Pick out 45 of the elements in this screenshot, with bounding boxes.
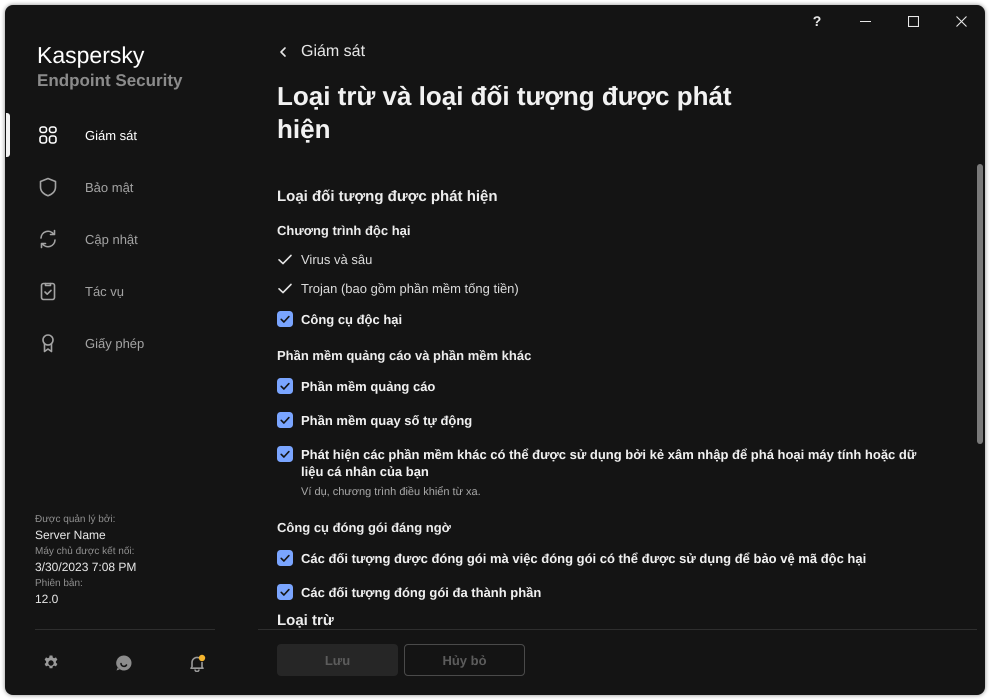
option-label: Virus và sâu — [301, 251, 372, 268]
group-heading: Chương trình độc hại — [277, 222, 410, 240]
option-label: Công cụ độc hại — [301, 311, 402, 328]
checkbox[interactable] — [277, 311, 293, 327]
product-name: Endpoint Security — [37, 70, 182, 92]
info-label: Phiên bản: — [35, 577, 83, 591]
sidebar-item[interactable]: Giấy phép — [5, 321, 205, 365]
brand-name: Kaspersky — [37, 41, 144, 70]
info-value: 12.0 — [35, 591, 58, 608]
section-heading: Loại đối tượng được phát hiện — [277, 187, 498, 207]
grid-icon — [37, 124, 59, 146]
sidebar-item[interactable]: Tác vụ — [5, 269, 205, 313]
group-heading: Công cụ đóng gói đáng ngờ — [277, 519, 451, 537]
option-label: Trojan (bao gồm phần mềm tống tiền) — [301, 280, 519, 297]
settings-icon[interactable] — [42, 654, 60, 672]
sidebar-item[interactable]: Giám sát — [5, 113, 205, 157]
back-link[interactable]: Giám sát — [277, 37, 366, 67]
scrollbar-thumb[interactable] — [977, 164, 983, 444]
refresh-icon — [37, 228, 59, 250]
checkbox[interactable] — [277, 412, 293, 428]
info-label: Máy chủ được kết nối: — [35, 545, 134, 559]
option-label: Phần mềm quay số tự động — [301, 412, 472, 429]
info-value: 3/30/2023 7:08 PM — [35, 559, 136, 576]
checkbox[interactable] — [277, 584, 293, 600]
hint-text: Ví dụ, chương trình điều khiển từ xa. — [301, 485, 481, 500]
checkbox[interactable] — [277, 378, 293, 394]
option-label: Phần mềm quảng cáo — [301, 378, 436, 395]
close-icon — [956, 16, 966, 26]
option-label: Phát hiện các phần mềm khác có thể được sử dụng bởi kẻ xâm nhập để phá hoại máy tính hoặc dữ liệu cá nhân của bạn — [301, 446, 918, 480]
info-value: Server Name — [35, 527, 106, 544]
maximize-icon — [908, 16, 918, 26]
checkbox[interactable] — [277, 550, 293, 566]
bell-icon[interactable] — [188, 654, 206, 672]
sidebar-item[interactable]: Bảo mật — [5, 165, 205, 209]
option-label: Các đối tượng đóng gói đa thành phần — [301, 584, 542, 601]
sidebar-item[interactable]: Cập nhật — [5, 217, 205, 261]
shield-icon — [37, 176, 59, 198]
chat-icon[interactable] — [115, 654, 133, 672]
help-button[interactable]: ? — [793, 5, 841, 37]
option-label: Các đối tượng được đóng gói mà việc đóng gói có thể được sử dụng để bảo vệ mã độc hại — [301, 550, 866, 567]
section-heading: Loại trừ — [277, 611, 334, 629]
info-label: Được quản lý bởi: — [35, 513, 116, 527]
page-title: Loại trừ và loại đối tượng được phát hiện — [277, 80, 733, 146]
checkbox[interactable] — [277, 446, 293, 462]
group-heading: Phần mềm quảng cáo và phần mềm khác — [277, 347, 532, 365]
